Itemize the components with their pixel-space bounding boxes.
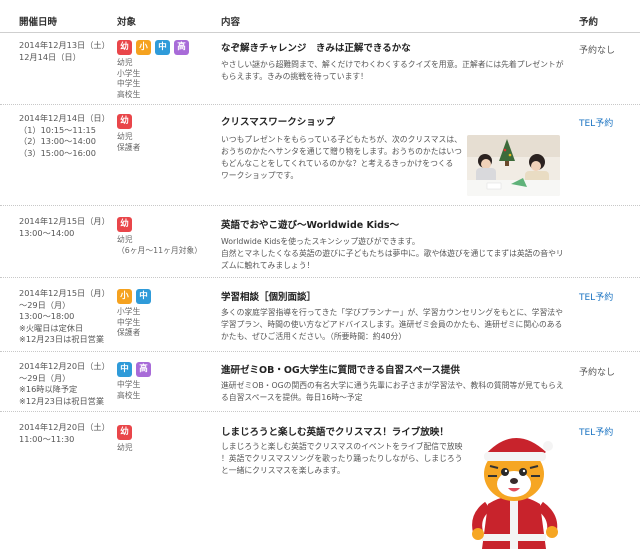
event-row: 2014年12月15日（月） ～29日（月） 13:00～18:00 ※火曜日は… (0, 278, 640, 352)
event-title: 進研ゼミOB・OG大学生に質問できる自習スペース提供 (221, 365, 460, 376)
event-description: 進研ゼミOB・OGの関西の有名大学に通う先輩にお子さまが学習法や、教科の質問等が… (221, 381, 564, 402)
badge-high-school: 高 (174, 40, 189, 55)
badge-elementary: 小 (136, 40, 151, 55)
header-target: 対象 (117, 17, 137, 28)
event-description: Worldwide Kidsを使ったスキンシップ遊びができます。 自然とマネした… (221, 237, 564, 270)
reservation-status: 予約なし (579, 46, 616, 56)
header-content: 内容 (221, 17, 241, 28)
badge-infant: 幼 (117, 40, 132, 55)
target-list: 幼児 （6ヶ月～11ヶ月対象） (117, 235, 203, 255)
badge-junior-high: 中 (117, 362, 132, 377)
badge-infant: 幼 (117, 114, 132, 129)
event-date: 2014年12月20日（土） ～29日（月） ※16時以降予定 ※12月23日は… (19, 361, 110, 406)
target-badges: 中 高 (117, 362, 151, 377)
tel-reservation-link[interactable]: TEL予約 (579, 425, 613, 438)
event-row: 2014年12月20日（土） ～29日（月） ※16時以降予定 ※12月23日は… (0, 352, 640, 412)
target-list: 中学生 高校生 (117, 380, 141, 400)
event-description: やさしい謎から超難問まで、解くだけでわくわくするクイズを用意。正解者には先着プレ… (221, 60, 564, 81)
target-badges: 幼 (117, 217, 132, 232)
tel-reservation-link[interactable]: TEL予約 (579, 290, 613, 303)
event-row: 2014年12月13日（土） 12月14日（日） 幼 小 中 高 幼児 小学生 … (0, 33, 640, 105)
badge-elementary: 小 (117, 289, 132, 304)
event-title: しまじろうと楽しむ英語でクリスマス！ライブ放映！ (221, 427, 449, 438)
event-title: クリスマスワークショップ (221, 117, 335, 128)
reservation-status: 予約なし (579, 368, 616, 378)
shimajiro-santa-image (468, 416, 560, 549)
target-badges: 幼 (117, 114, 132, 129)
badge-infant: 幼 (117, 217, 132, 232)
event-title: なぞ解きチャレンジ きみは正解できるかな (221, 43, 411, 54)
target-list: 幼児 小学生 中学生 高校生 (117, 58, 141, 99)
workshop-photo (467, 135, 560, 196)
badge-high-school: 高 (136, 362, 151, 377)
table-header: 開催日時 対象 内容 予約 (0, 0, 640, 33)
event-date: 2014年12月15日（月） 13:00～14:00 (19, 216, 110, 238)
event-row: 2014年12月15日（月） 13:00～14:00 幼 幼児 （6ヶ月～11ヶ… (0, 206, 640, 278)
tel-reservation-link[interactable]: TEL予約 (579, 116, 613, 129)
badge-infant: 幼 (117, 425, 132, 440)
target-list: 幼児 保護者 (117, 132, 141, 152)
header-date: 開催日時 (19, 17, 58, 28)
event-title: 学習相談［個別面談］ (221, 292, 317, 303)
event-title: 英語でおやこ遊び～Worldwide Kids～ (221, 220, 400, 231)
target-badges: 幼 (117, 425, 132, 440)
event-date: 2014年12月14日（日） （1）10:15～11:15 （2）13:00～1… (19, 113, 110, 158)
event-description: 多くの家庭学習指導を行ってきた「学びプランナー」が、学習カウンセリングをもとに、… (221, 308, 563, 341)
target-badges: 小 中 (117, 289, 151, 304)
target-list: 小学生 中学生 保護者 (117, 307, 141, 337)
date-line: 2014年12月13日（土） (19, 40, 110, 50)
event-description: いつもプレゼントをもらっている子どもたちが、次のクリスマスは、 おうちのかたへサ… (221, 135, 462, 180)
target-list: 幼児 (117, 443, 133, 452)
event-description: しまじろうと楽しむ英語でクリスマスのイベントをライブ配信で放映 ！英語でクリスマ… (221, 442, 463, 475)
event-date: 2014年12月13日（土） 12月14日（日） (19, 40, 110, 63)
date-line: 12月14日（日） (19, 51, 81, 62)
header-reservation: 予約 (579, 17, 599, 28)
target-badges: 幼 小 中 高 (117, 40, 189, 55)
badge-junior-high: 中 (155, 40, 170, 55)
badge-junior-high: 中 (136, 289, 151, 304)
event-date: 2014年12月15日（月） ～29日（月） 13:00～18:00 ※火曜日は… (19, 288, 110, 344)
event-date: 2014年12月20日（土） 11:00～11:30 (19, 422, 110, 444)
